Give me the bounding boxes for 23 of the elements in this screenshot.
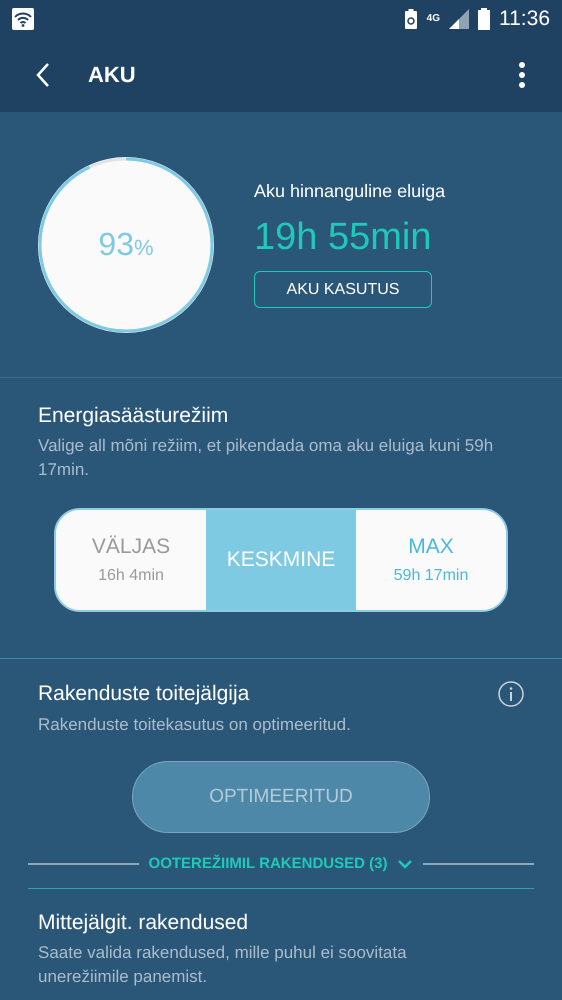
section-description: Rakenduste toitekasutus on optimeeritud. [38,714,352,736]
signal-icon [449,8,469,28]
standby-apps-toggle[interactable]: OOTEREŽIIMIL RAKENDUSED (3) [148,855,388,872]
info-icon[interactable] [498,681,524,707]
back-icon[interactable] [36,62,50,88]
page-title: AKU [88,62,137,88]
section-title: Rakenduste toitejälgija [38,682,250,706]
battery-usage-button[interactable]: AKU KASUTUS [254,271,432,308]
more-options-icon[interactable] [518,62,526,88]
section-title: Energiasäästurežiim [38,404,230,428]
chevron-icon[interactable] [397,858,414,868]
estimate-label: Aku hinnanguline eluiga [254,181,446,202]
wifi-icon [12,8,34,30]
section-title: Mittejälgit. rakendused [38,911,250,935]
battery-icon [478,8,490,30]
section-description: Saate valida rakendused, mille puhul ei soovitata unerežiimile panemist. [38,942,408,988]
estimate-value: 19h 55min [254,216,432,259]
battery-saver-icon [404,8,418,28]
clock: 11:36 [499,6,550,30]
network-type: 4G [426,13,440,24]
section-description: Valige all mõni režiim, et pikendada oma aku eluiga kuni 59h 17min. [38,435,494,481]
battery-percent: 93% [98,226,154,263]
mode-option[interactable]: KESKMINE [206,510,356,610]
